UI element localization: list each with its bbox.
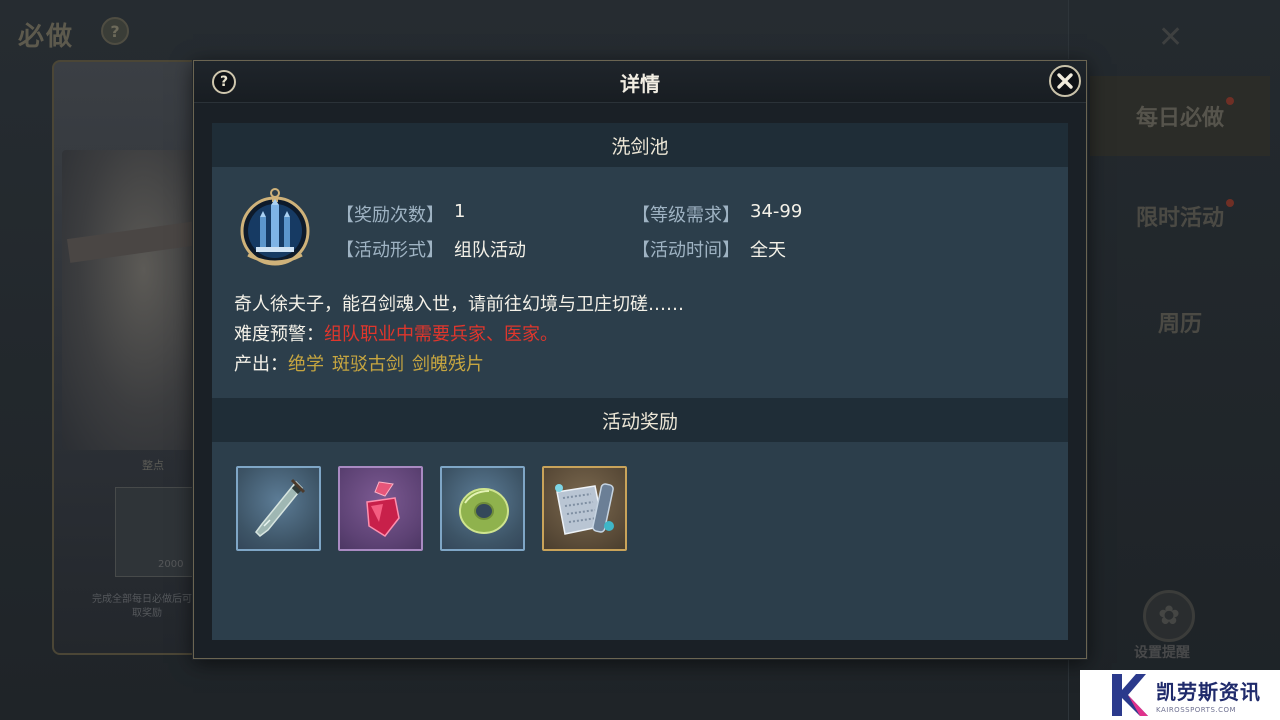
difficulty-warning: 难度预警：组队职业中需要兵家、医家。 <box>234 320 558 346</box>
red-crystal-icon <box>365 480 400 537</box>
background-close-icon: ✕ <box>1158 20 1184 55</box>
help-button[interactable]: ? <box>212 70 236 94</box>
output-item: 斑驳古剑 <box>332 354 404 375</box>
background-tab-calendar: 周历 <box>1090 282 1270 362</box>
reward-count-label: 【奖励次数】 <box>336 205 444 226</box>
background-portrait-image <box>62 150 198 450</box>
modal-content: 洗剑池 【奖励次数】 1 【等级需求】 34-99 【活动形式】 组队活动 【活… <box>212 123 1068 640</box>
rewards-header: 活动奖励 <box>212 398 1068 442</box>
background-gear-label: 设置提醒 <box>1134 645 1190 661</box>
scroll-bundle-icon <box>554 482 614 535</box>
modal-title: 详情 <box>620 71 660 96</box>
output-item: 绝学 <box>288 354 324 375</box>
activity-form-value: 组队活动 <box>454 240 526 261</box>
sword-pool-emblem-icon <box>240 188 310 266</box>
background-help-icon: ? <box>101 17 129 45</box>
sword-icon <box>254 478 305 537</box>
activity-name-header: 洗剑池 <box>212 123 1068 167</box>
close-button[interactable] <box>1049 65 1081 97</box>
info-activity-time: 【活动时间】 全天 <box>632 236 786 262</box>
info-level-requirement: 【等级需求】 34-99 <box>632 201 802 227</box>
background-card-label: 整点 <box>142 459 164 472</box>
activity-name: 洗剑池 <box>611 135 669 158</box>
watermark-logo-icon <box>1112 674 1148 716</box>
watermark-name: 凯劳斯资讯 <box>1156 680 1261 704</box>
output-item: 剑魄残片 <box>412 354 484 375</box>
level-requirement-value: 34-99 <box>750 201 803 222</box>
background-tab-limited-dot <box>1226 199 1234 207</box>
info-activity-form: 【活动形式】 组队活动 <box>336 236 526 262</box>
reward-count-value: 1 <box>454 201 466 222</box>
activity-time-value: 全天 <box>750 240 786 261</box>
close-icon <box>1057 73 1073 89</box>
reward-slot[interactable] <box>236 466 321 551</box>
output-label: 产出： <box>234 354 288 375</box>
background-card-description: 完成全部每日必做后可领取奖励 <box>92 594 202 619</box>
detail-modal: 详情 ? 洗剑池 【奖励次数】 1 【等级需求】 34-99 【活动形式】 组队… <box>193 60 1087 659</box>
background-tab-limited: 限时活动 <box>1090 176 1270 256</box>
level-requirement-label: 【等级需求】 <box>632 205 740 226</box>
info-reward-count: 【奖励次数】 1 <box>336 201 465 227</box>
background-tab-calendar-label: 周历 <box>1157 311 1202 337</box>
background-page-title: 必做 <box>18 22 75 52</box>
difficulty-value: 组队职业中需要兵家、医家。 <box>324 324 558 345</box>
reward-slot[interactable] <box>440 466 525 551</box>
background-tab-limited-label: 限时活动 <box>1135 205 1224 231</box>
activity-description: 奇人徐夫子，能召剑魂入世，请前往幻境与卫庄切磋…… <box>234 294 684 315</box>
reward-slot[interactable] <box>542 466 627 551</box>
watermark-text: 凯劳斯资讯 KAIROSSPORTS.COM <box>1156 676 1261 714</box>
rewards-header-label: 活动奖励 <box>601 410 678 433</box>
jade-disc-icon <box>458 487 509 534</box>
activity-form-label: 【活动形式】 <box>336 240 444 261</box>
difficulty-label: 难度预警： <box>234 324 324 345</box>
background-tab-daily: 每日必做 <box>1090 76 1270 156</box>
background-gear-icon: ✿ <box>1143 590 1195 642</box>
activity-time-label: 【活动时间】 <box>632 240 740 261</box>
reward-slot[interactable] <box>338 466 423 551</box>
background-tab-daily-label: 每日必做 <box>1135 105 1224 131</box>
background-tab-daily-dot <box>1226 97 1234 105</box>
background-card-item-count: 2000 <box>158 559 184 570</box>
help-icon: ? <box>219 74 229 90</box>
output-line: 产出：绝学 斑驳古剑 剑魄残片 <box>234 350 492 376</box>
watermark: 凯劳斯资讯 KAIROSSPORTS.COM <box>1080 670 1280 720</box>
watermark-url: KAIROSSPORTS.COM <box>1156 706 1237 714</box>
